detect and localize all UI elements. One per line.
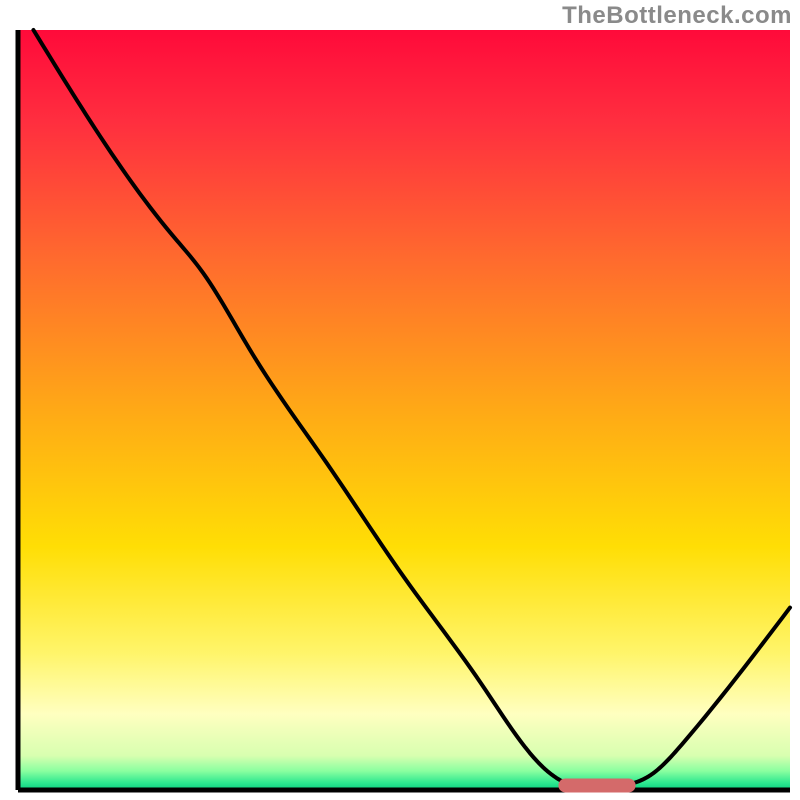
watermark-text: TheBottleneck.com bbox=[562, 2, 792, 30]
bottleneck-chart bbox=[0, 0, 800, 800]
chart-frame: TheBottleneck.com bbox=[0, 0, 800, 800]
optimal-range-marker bbox=[558, 778, 635, 792]
heat-gradient-background bbox=[18, 30, 790, 790]
